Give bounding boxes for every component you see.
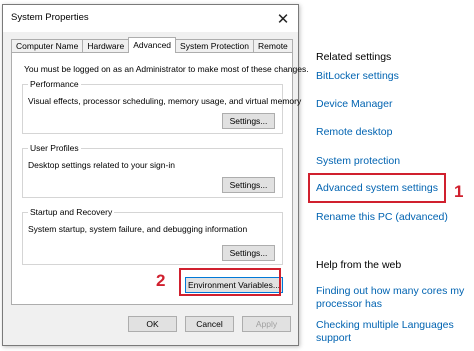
admin-note: You must be logged on as an Administrato… (24, 64, 309, 74)
link-rename-this-pc[interactable]: Rename this PC (advanced) (316, 211, 448, 224)
link-device-manager[interactable]: Device Manager (316, 98, 392, 111)
startup-recovery-description: System startup, system failure, and debu… (28, 224, 248, 234)
user-profiles-group: User Profiles Desktop settings related t… (22, 143, 283, 198)
tab-advanced[interactable]: Advanced (128, 37, 177, 53)
performance-title: Performance (28, 79, 81, 89)
link-languages-line-2: support (316, 332, 352, 344)
startup-recovery-title: Startup and Recovery (28, 207, 115, 217)
tab-remote[interactable]: Remote (253, 39, 293, 53)
user-profiles-description: Desktop settings related to your sign-in (28, 160, 175, 170)
step-marker-2: 2 (156, 271, 166, 290)
link-languages-line-1: Checking multiple Languages (316, 319, 454, 331)
tab-computer-name[interactable]: Computer Name (11, 39, 84, 53)
related-settings-heading: Related settings (316, 51, 392, 63)
tab-system-protection[interactable]: System Protection (175, 39, 255, 53)
user-profiles-title: User Profiles (28, 143, 81, 153)
step-marker-1: 1 (454, 182, 464, 201)
dialog-button-row: OK Cancel Apply (3, 313, 298, 333)
link-advanced-system-settings[interactable]: Advanced system settings (316, 182, 438, 195)
ok-button[interactable]: OK (128, 316, 177, 332)
env-variables-highlight (179, 268, 281, 296)
dialog-title: System Properties (11, 12, 89, 23)
title-bar[interactable]: System Properties ✕ (3, 5, 298, 32)
link-cores-line-2: processor has (316, 298, 382, 310)
help-from-web-heading: Help from the web (316, 259, 402, 271)
cancel-button[interactable]: Cancel (185, 316, 234, 332)
link-bitlocker-settings[interactable]: BitLocker settings (316, 70, 399, 83)
startup-recovery-settings-button[interactable]: Settings... (222, 245, 275, 261)
close-icon[interactable]: ✕ (268, 5, 298, 32)
link-cores-line-1: Finding out how many cores my (316, 285, 465, 297)
performance-settings-button[interactable]: Settings... (222, 113, 275, 129)
performance-group: Performance Visual effects, processor sc… (22, 79, 301, 134)
user-profiles-settings-button[interactable]: Settings... (222, 177, 275, 193)
link-multiple-languages[interactable]: Checking multiple Languages support (316, 319, 454, 345)
startup-recovery-group: Startup and Recovery System startup, sys… (22, 207, 283, 265)
link-cores-processor[interactable]: Finding out how many cores my processor … (316, 285, 464, 311)
apply-button[interactable]: Apply (242, 316, 291, 332)
tab-strip: Computer Name Hardware Advanced System P… (11, 37, 293, 53)
link-remote-desktop[interactable]: Remote desktop (316, 126, 392, 139)
link-system-protection[interactable]: System protection (316, 155, 400, 168)
tab-hardware[interactable]: Hardware (82, 39, 130, 53)
performance-description: Visual effects, processor scheduling, me… (28, 96, 302, 106)
